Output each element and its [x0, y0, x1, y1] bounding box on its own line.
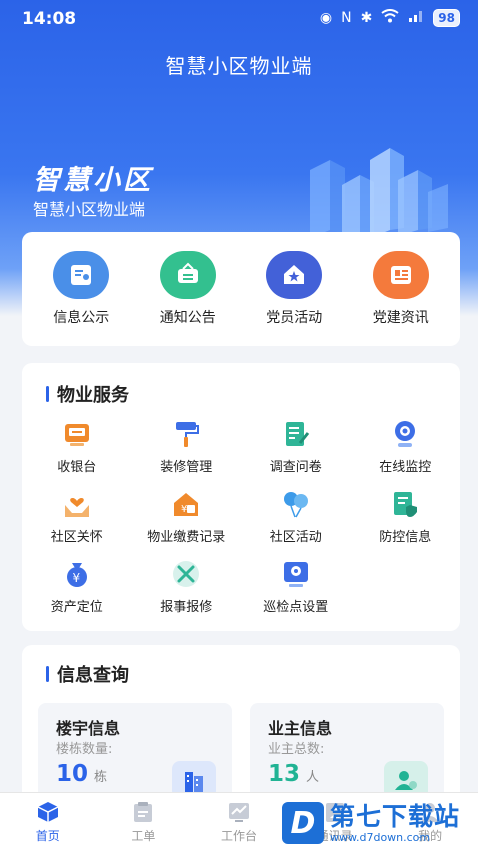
section-title: 信息查询 [57, 665, 129, 686]
nfc-icon: N [341, 10, 352, 26]
hero-title: 智慧小区 [33, 165, 153, 196]
owner-info-box[interactable]: 业主信息 业主总数: 13 人 [250, 703, 444, 803]
service-label: 收银台 [57, 460, 97, 475]
section-header: 物业服务 [46, 381, 129, 407]
battery-indicator: 98 [433, 9, 460, 27]
quick-link-label: 党建资讯 [372, 310, 429, 326]
eye-icon: ◉ [319, 10, 333, 26]
section-header: 信息查询 [46, 661, 129, 687]
service-label: 社区活动 [269, 530, 322, 545]
service-label: 报事报修 [160, 600, 213, 615]
survey-icon [281, 419, 311, 449]
info-box-title: 楼宇信息 [56, 719, 121, 738]
service-label: 调查问卷 [269, 460, 322, 475]
service-renovation[interactable]: 装修管理 [132, 419, 242, 475]
property-services-card: 物业服务 收银台 装修管理 调查问卷 在线监控 社区关怀 ¥ 物业缴费记录 社区… [22, 363, 460, 631]
tab-home[interactable]: 首页 [0, 793, 96, 850]
hero-subtitle: 智慧小区物业端 [33, 200, 146, 219]
service-label: 巡检点设置 [263, 600, 329, 615]
watermark-url: www.d7down.com [330, 830, 431, 844]
city-buildings-illustration [310, 148, 448, 240]
service-label: 在线监控 [379, 460, 432, 475]
asset-bag-icon: ¥ [62, 559, 92, 589]
tab-workorder[interactable]: 工单 [96, 793, 192, 850]
info-query-card: 信息查询 楼宇信息 楼栋数量: 10 栋 业主信息 业主总数: 13 人 [22, 645, 460, 805]
section-accent-bar [46, 386, 49, 402]
quick-link-info[interactable]: 信息公示 [31, 251, 131, 327]
bluetooth-icon: ✱ [360, 10, 373, 26]
quick-link-notice[interactable]: 通知公告 [138, 251, 238, 327]
care-hands-icon [62, 489, 92, 519]
tab-workbench[interactable]: 工作台 [191, 793, 287, 850]
service-cashier[interactable]: 收银台 [22, 419, 132, 475]
services-grid: 收银台 装修管理 调查问卷 在线监控 社区关怀 ¥ 物业缴费记录 社区活动 防控… [22, 419, 460, 615]
watermark-logo: D [282, 802, 324, 844]
info-box-subtitle: 业主总数: [268, 742, 325, 757]
svg-text:¥: ¥ [72, 571, 80, 585]
watermark-text: 第七下载站 www.d7down.com [330, 801, 461, 844]
service-asset-location[interactable]: ¥ 资产定位 [22, 559, 132, 615]
tab-label: 工作台 [220, 829, 257, 843]
wifi-icon [381, 8, 399, 28]
payment-house-icon: ¥ [171, 489, 201, 519]
cashier-icon [62, 419, 92, 449]
info-box-title: 业主信息 [268, 719, 333, 738]
section-accent-bar [46, 666, 49, 682]
service-label: 装修管理 [160, 460, 213, 475]
info-box-subtitle: 楼栋数量: [56, 742, 113, 757]
dashboard-chart-icon [227, 801, 251, 823]
service-payment-records[interactable]: ¥ 物业缴费记录 [132, 489, 242, 545]
info-box-unit: 人 [306, 770, 320, 785]
owner-count: 13 [268, 761, 301, 787]
service-monitoring[interactable]: 在线监控 [351, 419, 461, 475]
service-label: 资产定位 [50, 600, 103, 615]
service-community-care[interactable]: 社区关怀 [22, 489, 132, 545]
workorder-icon [131, 801, 155, 823]
quick-link-label: 通知公告 [159, 310, 216, 326]
service-inspection-points[interactable]: 巡检点设置 [241, 559, 351, 615]
info-box-value: 13 人 [268, 761, 319, 787]
info-box-unit: 栋 [94, 770, 108, 785]
building-count: 10 [56, 761, 89, 787]
watermark-name: 第七下载站 [330, 801, 461, 831]
section-title: 物业服务 [57, 385, 129, 406]
watermark: D 第七下载站 www.d7down.com [282, 798, 472, 848]
quick-link-label: 信息公示 [53, 310, 110, 326]
service-community-activity[interactable]: 社区活动 [241, 489, 351, 545]
quick-links-card: 信息公示 通知公告 党员活动 党建资讯 [22, 232, 460, 346]
info-board-icon [53, 251, 110, 299]
quick-link-party-activity[interactable]: 党员活动 [244, 251, 344, 327]
notice-icon [159, 251, 216, 299]
page-title: 智慧小区物业端 [165, 54, 313, 78]
building-info-box[interactable]: 楼宇信息 楼栋数量: 10 栋 [38, 703, 232, 803]
repair-tools-icon [171, 559, 201, 589]
inspection-icon [281, 559, 311, 589]
quick-link-label: 党员活动 [266, 310, 323, 326]
balloons-icon [281, 489, 311, 519]
service-label: 社区关怀 [50, 530, 103, 545]
shield-doc-icon [390, 489, 420, 519]
home-cube-icon [36, 801, 60, 823]
service-label: 防控信息 [379, 530, 432, 545]
service-survey[interactable]: 调查问卷 [241, 419, 351, 475]
quick-link-party-news[interactable]: 党建资讯 [351, 251, 451, 327]
info-box-value: 10 栋 [56, 761, 107, 787]
party-star-icon [266, 251, 323, 299]
paint-roller-icon [171, 419, 201, 449]
service-prevention-info[interactable]: 防控信息 [351, 489, 461, 545]
service-repair-report[interactable]: 报事报修 [132, 559, 242, 615]
svg-text:¥: ¥ [181, 504, 187, 515]
status-icons: ◉ N ✱ 98 [320, 8, 460, 28]
signal-icon [408, 8, 424, 28]
tab-label: 工单 [131, 829, 156, 843]
status-time: 14:08 [22, 9, 77, 29]
news-icon [372, 251, 429, 299]
camera-icon [390, 419, 420, 449]
tab-label: 首页 [35, 829, 60, 843]
status-bar: 14:08 ◉ N ✱ 98 [0, 0, 478, 40]
service-label: 物业缴费记录 [147, 530, 226, 545]
